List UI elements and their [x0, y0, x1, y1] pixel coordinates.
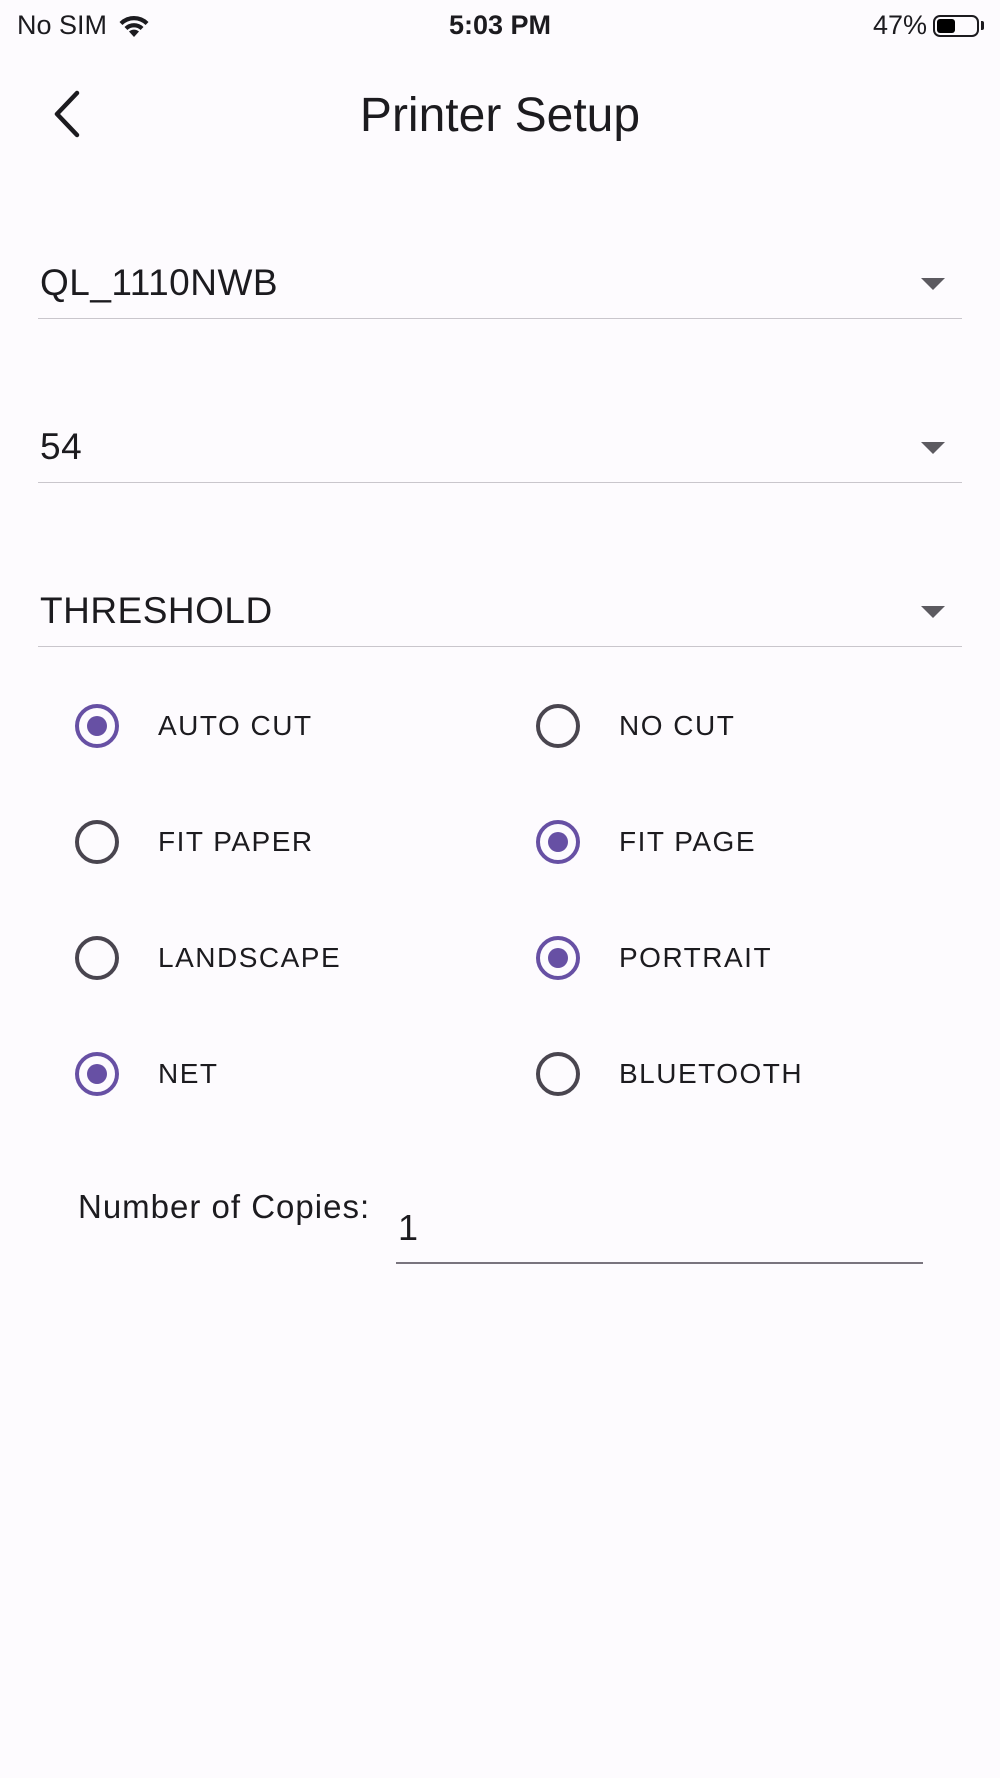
no-cut-label: NO CUT	[619, 710, 736, 741]
app-bar: Printer Setup	[0, 60, 1000, 170]
no-cut-option[interactable]: NO CUT	[536, 696, 735, 756]
fit-paper-label: FIT PAPER	[158, 826, 314, 857]
dropdown-arrow-icon	[921, 442, 945, 454]
copies-label: Number of Copies:	[78, 1188, 371, 1225]
print-mode-dropdown[interactable]: THRESHOLD	[38, 586, 962, 647]
portrait-option[interactable]: PORTRAIT	[536, 928, 772, 988]
landscape-option[interactable]: LANDSCAPE	[75, 928, 341, 988]
print-mode-value: THRESHOLD	[40, 590, 273, 631]
radio-dot	[87, 716, 107, 736]
label-size-dropdown[interactable]: 54	[38, 422, 962, 483]
auto-cut-label: AUTO CUT	[158, 710, 313, 741]
radio-button[interactable]	[75, 936, 119, 980]
portrait-label: PORTRAIT	[619, 942, 773, 973]
radio-dot	[548, 832, 568, 852]
status-bar: No SIM 5:03 PM 47%	[0, 0, 1000, 52]
radio-dot	[87, 1064, 107, 1084]
fit-paper-option[interactable]: FIT PAPER	[75, 812, 314, 872]
printer-model-value: QL_1110NWB	[40, 262, 279, 303]
radio-button-checked[interactable]	[536, 820, 580, 864]
copies-input[interactable]	[396, 1180, 923, 1264]
fit-page-label: FIT PAGE	[619, 826, 756, 857]
bluetooth-label: BLUETOOTH	[619, 1058, 804, 1089]
battery-icon	[933, 14, 979, 37]
status-right: 47%	[873, 10, 984, 41]
bluetooth-option[interactable]: BLUETOOTH	[536, 1044, 803, 1104]
battery-fill	[937, 18, 955, 33]
page-title: Printer Setup	[359, 89, 641, 142]
radio-button[interactable]	[536, 1052, 580, 1096]
radio-button[interactable]	[536, 704, 580, 748]
radio-dot	[548, 948, 568, 968]
label-size-value: 54	[40, 426, 83, 467]
battery-percent: 47%	[872, 10, 927, 40]
net-option[interactable]: NET	[75, 1044, 219, 1104]
printer-model-dropdown[interactable]: QL_1110NWB	[38, 258, 962, 319]
landscape-label: LANDSCAPE	[158, 942, 342, 973]
fit-page-option[interactable]: FIT PAGE	[536, 812, 756, 872]
radio-button-checked[interactable]	[75, 704, 119, 748]
radio-button[interactable]	[75, 820, 119, 864]
battery-nub	[981, 21, 984, 30]
auto-cut-option[interactable]: AUTO CUT	[75, 696, 313, 756]
radio-button-checked[interactable]	[536, 936, 580, 980]
dropdown-arrow-icon	[921, 606, 945, 618]
net-label: NET	[158, 1058, 219, 1089]
dropdown-arrow-icon	[921, 278, 945, 290]
radio-button-checked[interactable]	[75, 1052, 119, 1096]
status-time: 5:03 PM	[448, 10, 552, 40]
